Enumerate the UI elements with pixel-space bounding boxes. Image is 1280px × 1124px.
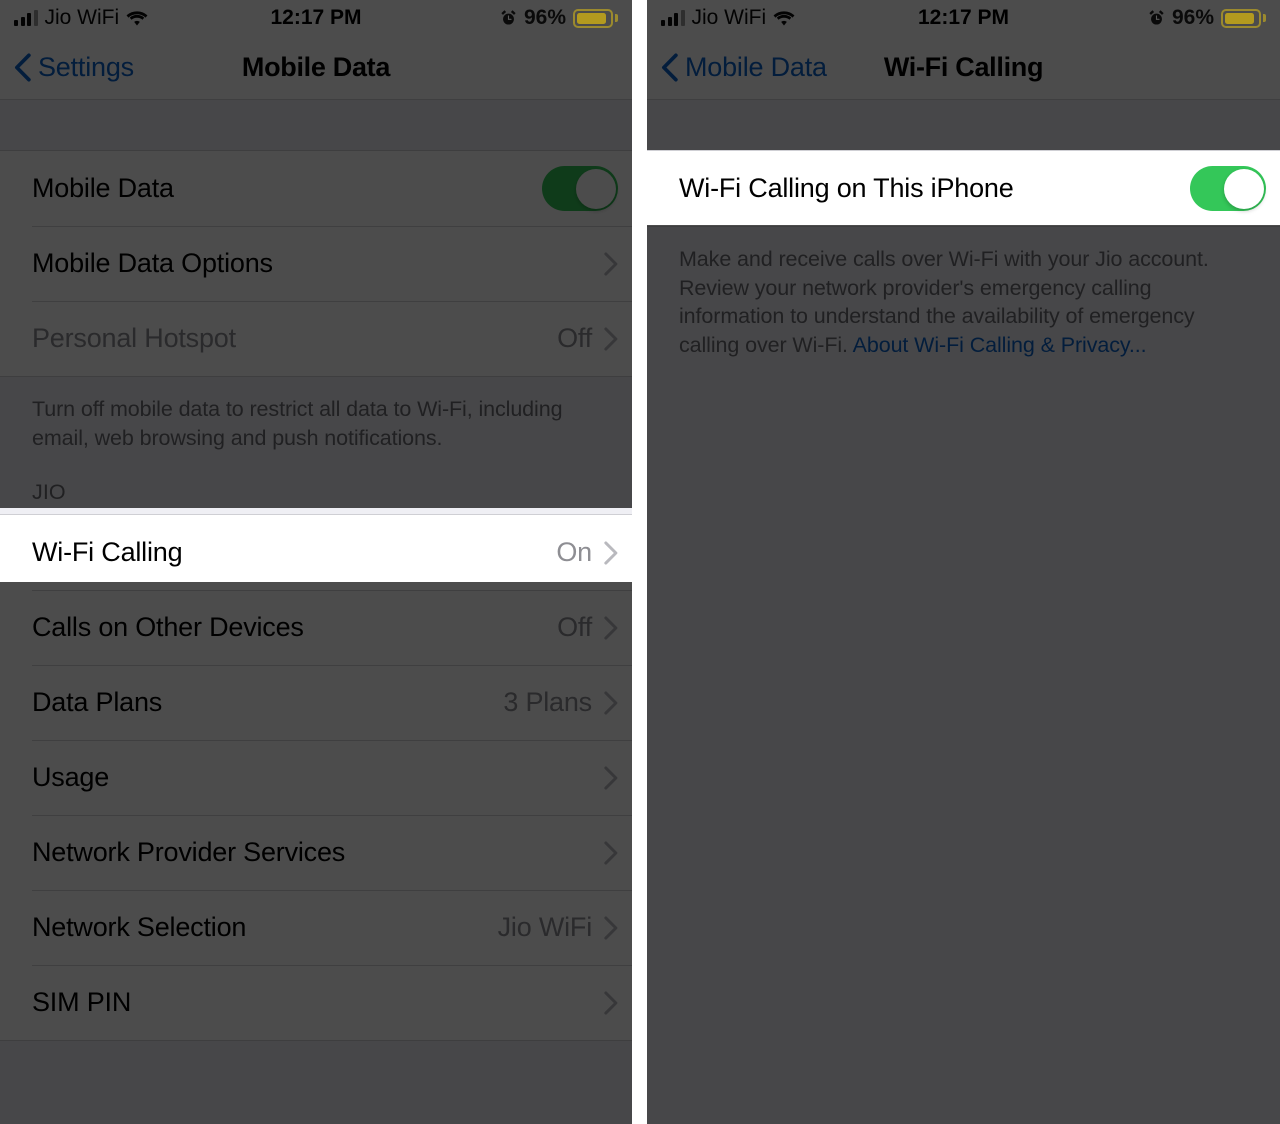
row-label: Mobile Data Options — [32, 248, 273, 278]
back-button-label: Settings — [38, 52, 134, 82]
wifi-calling-description: Make and receive calls over Wi-Fi with y… — [647, 227, 1280, 359]
row-accessory — [1190, 166, 1266, 211]
group-footer-text: Turn off mobile data to restrict all dat… — [32, 397, 563, 450]
status-bar-right-cluster: 96% — [500, 6, 618, 30]
row-wifi-calling[interactable]: Wi-Fi Calling On — [0, 515, 632, 591]
chevron-right-icon — [604, 326, 618, 351]
chevron-left-icon — [661, 53, 678, 82]
wifi-icon — [773, 10, 795, 25]
battery-icon — [573, 8, 618, 28]
row-label: Wi-Fi Calling on This iPhone — [679, 173, 1014, 203]
row-mobile-data[interactable]: Mobile Data — [0, 151, 632, 226]
table-top-spacer — [647, 100, 1280, 150]
screenshot-stage: Jio WiFi 12:17 PM 96% Settings Mobile Da… — [0, 0, 1280, 1124]
chevron-right-icon — [604, 916, 618, 940]
wifi-icon — [126, 10, 148, 25]
row-value: Off — [557, 323, 592, 353]
status-bar-right: Jio WiFi 12:17 PM 96% — [647, 0, 1280, 36]
group-header-jio: JIO — [32, 480, 66, 505]
back-button-label: Mobile Data — [685, 52, 827, 82]
nav-bar-right: Mobile Data Wi-Fi Calling — [647, 36, 1280, 100]
right-phone-panel: Jio WiFi 12:17 PM 96% Mobile Data Wi-Fi … — [647, 0, 1280, 1124]
row-accessory: 3 Plans — [503, 687, 618, 718]
row-label: SIM PIN — [32, 987, 132, 1018]
battery-icon — [1221, 8, 1266, 28]
row-label: Mobile Data — [32, 173, 174, 203]
row-accessory: Off — [557, 612, 618, 643]
row-label: Network Selection — [32, 912, 247, 943]
settings-group-wifi-calling: Wi-Fi Calling on This iPhone — [647, 150, 1280, 227]
row-accessory: On — [556, 537, 618, 568]
settings-group-connectivity: Mobile Data Mobile Data Options Personal… — [0, 150, 632, 377]
row-accessory — [604, 766, 618, 790]
row-data-plans[interactable]: Data Plans 3 Plans — [0, 665, 632, 741]
mobile-data-screen: Jio WiFi 12:17 PM 96% Settings Mobile Da… — [0, 0, 632, 1124]
row-label: Wi-Fi Calling — [32, 537, 183, 568]
row-label: Calls on Other Devices — [32, 612, 304, 643]
back-button-settings[interactable]: Settings — [14, 52, 134, 83]
row-personal-hotspot[interactable]: Personal Hotspot Off — [0, 301, 632, 376]
settings-group-jio: Wi-Fi Calling On Calls on Other Devices … — [0, 514, 632, 1042]
signal-bars-icon — [661, 10, 685, 26]
settings-table-left: Mobile Data Mobile Data Options Personal… — [0, 100, 632, 1124]
chevron-right-icon — [604, 616, 618, 640]
chevron-right-icon — [604, 991, 618, 1015]
chevron-right-icon — [604, 541, 618, 565]
row-accessory: Jio WiFi — [498, 912, 618, 943]
mobile-data-toggle[interactable] — [542, 166, 618, 211]
status-bar-left: Jio WiFi 12:17 PM 96% — [0, 0, 632, 36]
row-value: Off — [557, 612, 592, 643]
row-label: Network Provider Services — [32, 837, 346, 868]
chevron-right-icon — [604, 841, 618, 865]
wifi-calling-toggle[interactable] — [1190, 166, 1266, 211]
table-top-spacer — [0, 100, 632, 150]
row-accessory — [604, 841, 618, 865]
chevron-left-icon — [14, 53, 31, 82]
row-value: Jio WiFi — [497, 912, 593, 943]
row-network-selection[interactable]: Network Selection Jio WiFi — [0, 890, 632, 966]
alarm-clock-icon — [1149, 10, 1164, 25]
row-accessory — [542, 166, 618, 211]
panel-divider — [632, 0, 647, 1124]
row-label: Personal Hotspot — [32, 323, 236, 353]
signal-bars-icon — [14, 10, 38, 26]
row-accessory — [604, 991, 618, 1015]
left-phone-panel: Jio WiFi 12:17 PM 96% Settings Mobile Da… — [0, 0, 632, 1124]
chevron-right-icon — [604, 251, 618, 276]
battery-percent-label: 96% — [1171, 6, 1214, 29]
carrier-label: Jio WiFi — [44, 6, 120, 29]
status-bar-left-cluster: Jio WiFi — [661, 6, 795, 30]
row-value: 3 Plans — [503, 687, 592, 718]
chevron-right-icon — [604, 766, 618, 790]
battery-percent-label: 96% — [523, 6, 566, 29]
row-label: Usage — [32, 762, 110, 793]
settings-table-right: Wi-Fi Calling on This iPhone Make and re… — [647, 100, 1280, 1124]
row-accessory: Off — [557, 323, 618, 354]
row-wifi-calling-on-this-iphone[interactable]: Wi-Fi Calling on This iPhone — [647, 151, 1280, 226]
back-button-mobile-data[interactable]: Mobile Data — [661, 52, 827, 83]
status-bar-left-cluster: Jio WiFi — [14, 6, 148, 30]
alarm-clock-icon — [501, 10, 516, 25]
chevron-right-icon — [604, 691, 618, 715]
row-calls-on-other-devices[interactable]: Calls on Other Devices Off — [0, 590, 632, 666]
row-mobile-data-options[interactable]: Mobile Data Options — [0, 226, 632, 301]
status-bar-right-cluster: 96% — [1148, 6, 1266, 30]
nav-bar-left: Settings Mobile Data — [0, 36, 632, 100]
row-usage[interactable]: Usage — [0, 740, 632, 816]
row-accessory — [604, 251, 618, 276]
row-sim-pin[interactable]: SIM PIN — [0, 965, 632, 1041]
row-network-provider-services[interactable]: Network Provider Services — [0, 815, 632, 891]
wifi-calling-screen: Jio WiFi 12:17 PM 96% Mobile Data Wi-Fi … — [647, 0, 1280, 1124]
row-value: On — [556, 537, 592, 568]
carrier-label: Jio WiFi — [691, 6, 767, 29]
row-label: Data Plans — [32, 687, 163, 718]
about-wifi-calling-privacy-link[interactable]: About Wi-Fi Calling & Privacy... — [853, 333, 1147, 357]
